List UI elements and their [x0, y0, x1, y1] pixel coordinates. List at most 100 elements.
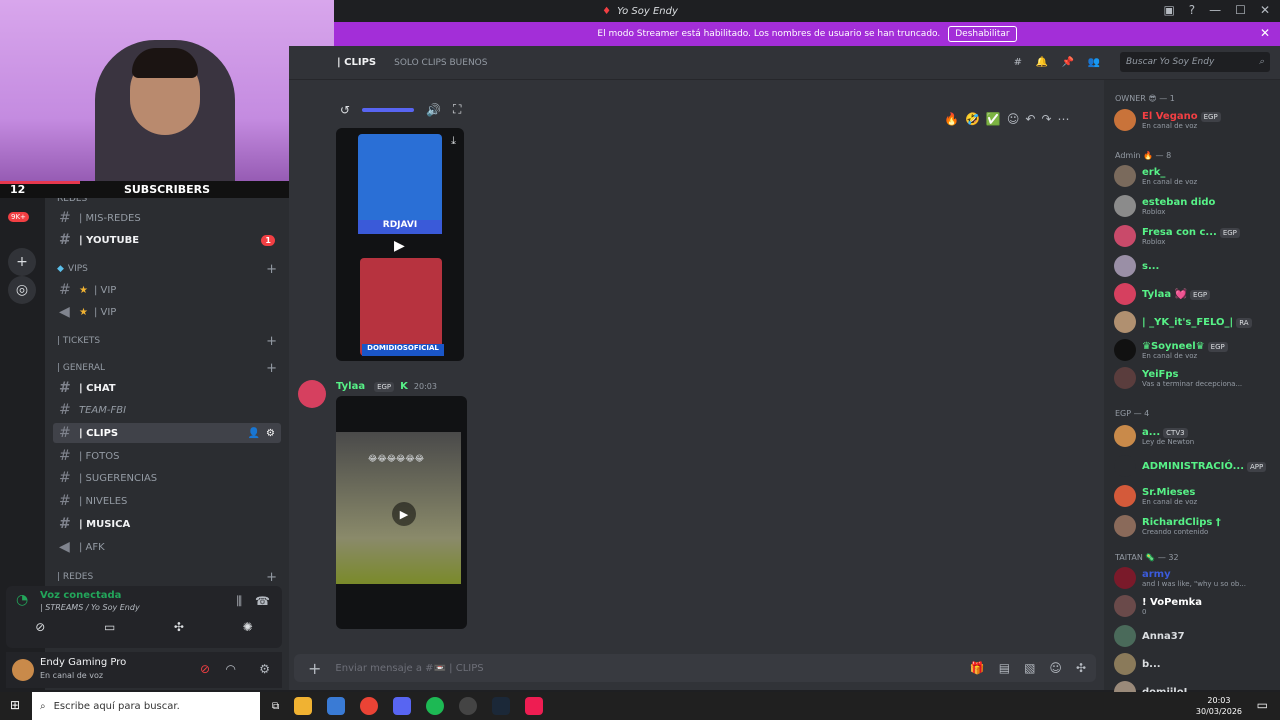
- member-list-icon[interactable]: 👥: [1088, 57, 1100, 68]
- add-reaction-icon[interactable]: ☺: [1007, 112, 1020, 126]
- category-vips[interactable]: ◆ VIPS: [57, 264, 88, 274]
- category-redes[interactable]: | REDES: [57, 572, 93, 582]
- forward-icon[interactable]: ↷: [1041, 112, 1051, 126]
- close-window-button[interactable]: ✕: [1260, 3, 1270, 17]
- member-row[interactable]: ADMINISTRACIÓ... APP: [1114, 452, 1274, 480]
- apps-icon[interactable]: ✣: [1076, 661, 1086, 675]
- camera-off-icon[interactable]: ⊘: [35, 620, 45, 634]
- member-row[interactable]: El Vegano EGP En canal de voz: [1114, 106, 1274, 134]
- invite-icon[interactable]: 👤: [248, 428, 260, 439]
- add-channel-icon[interactable]: +: [266, 361, 277, 376]
- clip-video-2[interactable]: 😂😂😂😂😂😂 ▶: [336, 396, 467, 629]
- channel-vip-text[interactable]: # ★ | VIP: [53, 280, 281, 300]
- channel-niveles[interactable]: # | NIVELES: [53, 491, 281, 511]
- emoji-icon[interactable]: ☺: [1049, 661, 1062, 675]
- gif-icon[interactable]: ▤: [999, 661, 1010, 675]
- channel-team-fbi[interactable]: # TEAM-FBI: [53, 400, 281, 420]
- fullscreen-icon[interactable]: ⛶: [453, 102, 461, 117]
- attach-icon[interactable]: +: [308, 659, 321, 678]
- add-channel-icon[interactable]: +: [266, 334, 277, 349]
- explore-icon[interactable]: ◎: [8, 276, 36, 304]
- screen-share-icon[interactable]: ▭: [104, 620, 115, 634]
- mute-icon[interactable]: ⊘: [200, 662, 210, 676]
- member-row[interactable]: Fresa con c... EGP Roblox: [1114, 222, 1274, 250]
- channel-clips[interactable]: # | CLIPS 👤 ⚙: [53, 423, 281, 443]
- channel-fotos[interactable]: # | FOTOS: [53, 446, 281, 466]
- obs-icon[interactable]: [459, 697, 478, 715]
- soundboard-icon[interactable]: ✺: [243, 620, 253, 634]
- help-icon[interactable]: ?: [1189, 3, 1195, 17]
- replay-icon[interactable]: ↺: [340, 103, 350, 117]
- maximize-button[interactable]: ☐: [1235, 3, 1246, 17]
- message-composer[interactable]: + Enviar mensaje a #📼 | CLIPS 🎁 ▤ ▧ ☺ ✣: [294, 654, 1096, 682]
- member-row[interactable]: s...: [1114, 252, 1274, 280]
- search-input[interactable]: Buscar Yo Soy Endy ⌕: [1120, 52, 1270, 72]
- gift-icon[interactable]: 🎁: [970, 661, 985, 675]
- avatar[interactable]: [298, 380, 326, 408]
- add-channel-icon[interactable]: +: [266, 570, 277, 585]
- add-server-icon[interactable]: +: [8, 248, 36, 276]
- member-row[interactable]: YeiFps Vas a terminar decepciona...: [1114, 364, 1274, 392]
- member-row[interactable]: ♛Soyneel♛ EGP En canal de voz: [1114, 336, 1274, 364]
- channel-sugerencias[interactable]: # | SUGERENCIAS: [53, 468, 281, 488]
- reply-icon[interactable]: ↶: [1025, 112, 1035, 126]
- download-icon[interactable]: ⤓: [451, 134, 456, 148]
- system-clock[interactable]: 20:03 30/03/2026: [1196, 695, 1242, 717]
- member-row[interactable]: esteban dido Roblox: [1114, 192, 1274, 220]
- message-author[interactable]: Tylaa: [336, 381, 365, 392]
- store-icon[interactable]: [327, 697, 346, 715]
- fire-reaction-icon[interactable]: 🔥: [944, 112, 959, 126]
- disconnect-icon[interactable]: ☎: [255, 594, 270, 608]
- minimize-button[interactable]: —: [1209, 3, 1221, 17]
- chrome-icon[interactable]: [360, 697, 379, 715]
- file-explorer-icon[interactable]: [294, 697, 313, 715]
- member-row[interactable]: ! VoPemka 0: [1114, 592, 1274, 620]
- close-banner-icon[interactable]: ✕: [1260, 26, 1270, 40]
- inbox-icon[interactable]: ▣: [1163, 3, 1174, 17]
- member-row[interactable]: RichardClips † Creando contenido: [1114, 512, 1274, 540]
- notifications-icon[interactable]: 🔔: [1036, 57, 1048, 68]
- notification-center-icon[interactable]: ▭: [1257, 698, 1268, 712]
- voice-status[interactable]: Voz conectada: [40, 590, 121, 601]
- member-row[interactable]: Tylaa 💓 EGP: [1114, 280, 1274, 308]
- channel-chat[interactable]: # | CHAT: [53, 378, 281, 398]
- threads-icon[interactable]: #: [1014, 57, 1022, 68]
- member-row[interactable]: a... CTV3 Ley de Newton: [1114, 422, 1274, 450]
- user-settings-icon[interactable]: ⚙: [259, 662, 270, 676]
- laugh-reaction-icon[interactable]: 🤣: [965, 112, 980, 126]
- channel-afk[interactable]: ◀ | AFK: [53, 537, 281, 557]
- member-row[interactable]: b...: [1114, 650, 1274, 678]
- member-row[interactable]: | _YK_it's_FELO_| RA: [1114, 308, 1274, 336]
- avatar[interactable]: [12, 659, 34, 681]
- discord-taskbar-icon[interactable]: [393, 697, 412, 715]
- check-reaction-icon[interactable]: ✅: [986, 112, 1001, 126]
- category-tickets[interactable]: | TICKETS: [57, 336, 100, 346]
- voice-channel[interactable]: | STREAMS / Yo Soy Endy: [40, 603, 140, 612]
- member-row[interactable]: army and I was like, "why u so ob...: [1114, 564, 1274, 592]
- headphones-icon[interactable]: ◠: [226, 662, 236, 676]
- clip-video-1[interactable]: RDJAVI ⤓ ▶ DOMIDIOSOFICIAL: [336, 128, 464, 361]
- tiktok-icon[interactable]: [525, 697, 544, 715]
- member-row[interactable]: Sr.Mieses En canal de voz: [1114, 482, 1274, 510]
- channel-mis-redes[interactable]: # | MIS-REDES: [53, 208, 281, 228]
- disable-streamer-button[interactable]: Deshabilitar: [948, 26, 1017, 42]
- category-general[interactable]: | GENERAL: [57, 363, 105, 373]
- volume-slider[interactable]: [362, 107, 415, 112]
- add-channel-icon[interactable]: +: [266, 262, 277, 277]
- activities-icon[interactable]: ✣: [174, 620, 184, 634]
- member-row[interactable]: Anna37: [1114, 622, 1274, 650]
- volume-icon[interactable]: 🔊: [426, 103, 441, 117]
- noise-icon[interactable]: ⫼: [236, 594, 242, 609]
- spotify-icon[interactable]: [426, 697, 445, 715]
- play-icon[interactable]: ▶: [394, 238, 405, 254]
- settings-icon[interactable]: ⚙: [266, 428, 275, 439]
- steam-icon[interactable]: [492, 697, 511, 715]
- channel-vip-voice[interactable]: ◀ ★ | VIP: [53, 302, 281, 322]
- channel-musica[interactable]: # | MUSICA: [53, 514, 281, 534]
- pinned-icon[interactable]: 📌: [1062, 57, 1074, 68]
- channel-youtube[interactable]: # | YOUTUBE 1: [53, 230, 281, 250]
- taskbar-search[interactable]: ⌕ Escribe aquí para buscar.: [32, 692, 260, 720]
- task-view-icon[interactable]: ⧉: [272, 701, 279, 712]
- play-icon[interactable]: ▶: [392, 502, 416, 526]
- member-row[interactable]: erk_ En canal de voz: [1114, 162, 1274, 190]
